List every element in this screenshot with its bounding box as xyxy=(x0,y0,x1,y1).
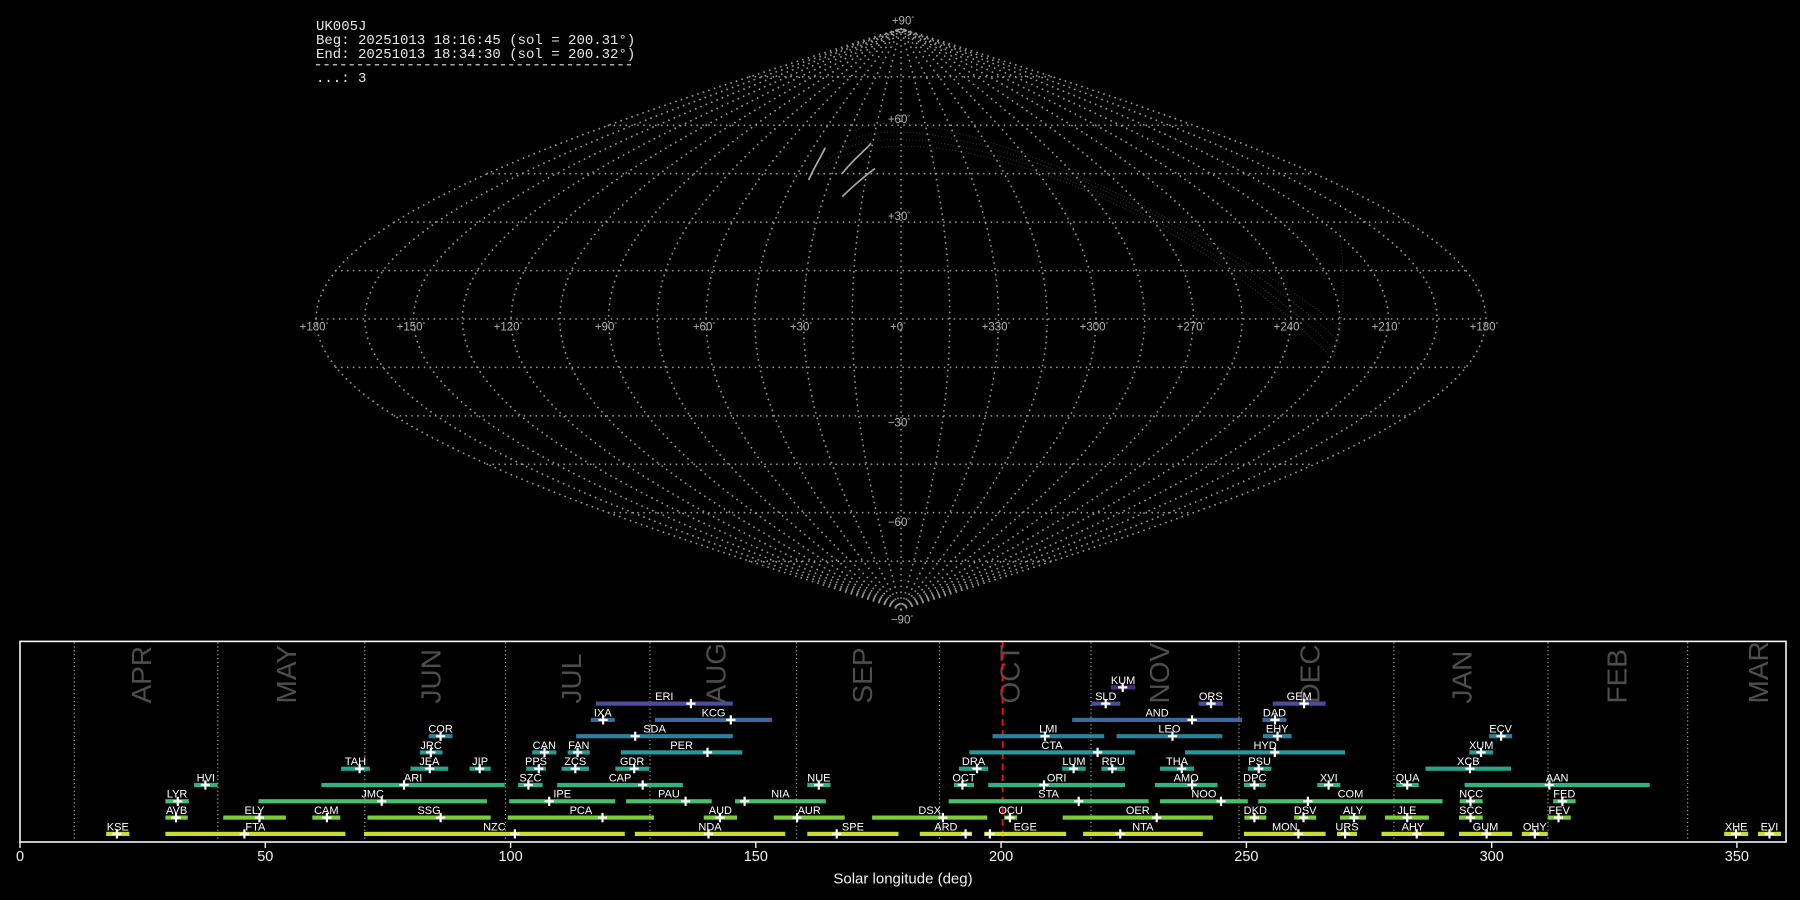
svg-text:+330°: +330° xyxy=(982,321,1011,334)
svg-text:NIA: NIA xyxy=(771,789,790,801)
svg-text:AHY: AHY xyxy=(1402,821,1425,833)
svg-text:+300°: +300° xyxy=(1080,321,1109,334)
svg-text:STA: STA xyxy=(1038,789,1059,801)
svg-text:−30°: −30° xyxy=(888,417,911,430)
svg-text:LEO: LEO xyxy=(1158,724,1180,736)
svg-text:CTA: CTA xyxy=(1041,740,1063,752)
svg-text:AND: AND xyxy=(1145,707,1168,719)
svg-text:ARI: ARI xyxy=(404,772,422,784)
svg-text:SZC: SZC xyxy=(519,772,541,784)
svg-text:PPS: PPS xyxy=(525,756,547,768)
svg-text:...: 3: ...: 3 xyxy=(316,71,366,87)
svg-text:AMO: AMO xyxy=(1174,772,1200,784)
svg-text:250: 250 xyxy=(1234,849,1258,865)
svg-text:OER: OER xyxy=(1126,805,1150,817)
svg-text:PER: PER xyxy=(670,740,693,752)
svg-text:300: 300 xyxy=(1480,849,1504,865)
svg-text:XCB: XCB xyxy=(1457,756,1480,768)
svg-text:AUR: AUR xyxy=(798,805,821,817)
svg-text:HYD: HYD xyxy=(1253,740,1276,752)
svg-text:NZC: NZC xyxy=(483,821,506,833)
svg-text:URS: URS xyxy=(1335,821,1358,833)
svg-text:+120°: +120° xyxy=(494,321,523,334)
svg-text:+30°: +30° xyxy=(888,211,911,224)
svg-text:DSV: DSV xyxy=(1294,805,1317,817)
svg-text:THA: THA xyxy=(1166,756,1189,768)
svg-text:NDA: NDA xyxy=(698,821,722,833)
svg-text:JUL: JUL xyxy=(556,654,587,704)
svg-text:IPE: IPE xyxy=(553,789,571,801)
svg-text:SSG: SSG xyxy=(417,805,440,817)
svg-text:NTA: NTA xyxy=(1132,821,1154,833)
svg-text:200: 200 xyxy=(989,849,1013,865)
svg-text:TAH: TAH xyxy=(345,756,366,768)
svg-text:DSX: DSX xyxy=(918,805,941,817)
svg-text:+150°: +150° xyxy=(397,321,426,334)
svg-text:50: 50 xyxy=(257,849,273,865)
svg-text:+180°: +180° xyxy=(1470,321,1499,334)
svg-text:+240°: +240° xyxy=(1274,321,1303,334)
svg-text:OCT: OCT xyxy=(952,772,976,784)
svg-text:SEP: SEP xyxy=(847,647,878,703)
svg-text:Solar longitude (deg): Solar longitude (deg) xyxy=(833,871,972,888)
svg-text:0: 0 xyxy=(16,849,24,865)
svg-text:+60°: +60° xyxy=(693,321,716,334)
svg-text:AUG: AUG xyxy=(701,643,732,704)
svg-text:+210°: +210° xyxy=(1372,321,1401,334)
svg-text:SPE: SPE xyxy=(842,821,864,833)
svg-text:JAN: JAN xyxy=(1447,651,1478,704)
svg-text:NOO: NOO xyxy=(1191,789,1217,801)
svg-text:CAP: CAP xyxy=(609,772,632,784)
svg-text:DRA: DRA xyxy=(962,756,986,768)
svg-text:+90°: +90° xyxy=(892,15,915,28)
svg-text:GDR: GDR xyxy=(620,756,645,768)
svg-text:KCG: KCG xyxy=(702,707,726,719)
svg-text:JUN: JUN xyxy=(416,649,447,703)
svg-text:+180°: +180° xyxy=(300,321,329,334)
svg-text:350: 350 xyxy=(1725,849,1749,865)
svg-text:MON: MON xyxy=(1272,821,1298,833)
svg-text:ELY: ELY xyxy=(245,805,266,817)
svg-text:GEM: GEM xyxy=(1287,691,1312,703)
svg-text:ORI: ORI xyxy=(1047,772,1067,784)
svg-text:FEB: FEB xyxy=(1602,649,1633,703)
svg-text:OCT: OCT xyxy=(995,644,1026,703)
svg-text:+30°: +30° xyxy=(790,321,813,334)
svg-text:LMI: LMI xyxy=(1039,724,1057,736)
svg-text:MAR: MAR xyxy=(1743,641,1774,703)
svg-text:ERI: ERI xyxy=(655,691,673,703)
svg-text:FTA: FTA xyxy=(245,821,266,833)
svg-text:APR: APR xyxy=(126,646,157,704)
svg-text:PCA: PCA xyxy=(570,805,593,817)
svg-text:FED: FED xyxy=(1553,789,1575,801)
svg-text:150: 150 xyxy=(744,849,768,865)
svg-text:EGE: EGE xyxy=(1014,821,1037,833)
svg-text:SDA: SDA xyxy=(643,724,666,736)
svg-text:FAN: FAN xyxy=(568,740,589,752)
svg-text:+60°: +60° xyxy=(888,114,911,127)
svg-text:+90°: +90° xyxy=(595,321,618,334)
svg-text:MAY: MAY xyxy=(271,645,302,704)
svg-text:100: 100 xyxy=(498,849,522,865)
svg-text:End: 20251013 18:34:30 (sol =: End: 20251013 18:34:30 (sol = 200.32°) xyxy=(316,47,635,63)
svg-text:ARD: ARD xyxy=(934,821,957,833)
svg-text:PAU: PAU xyxy=(658,789,680,801)
svg-text:−90°: −90° xyxy=(891,614,914,627)
svg-text:COM: COM xyxy=(1338,789,1364,801)
svg-text:NOV: NOV xyxy=(1144,643,1175,704)
svg-text:+270°: +270° xyxy=(1177,321,1206,334)
svg-text:−60°: −60° xyxy=(888,516,911,529)
